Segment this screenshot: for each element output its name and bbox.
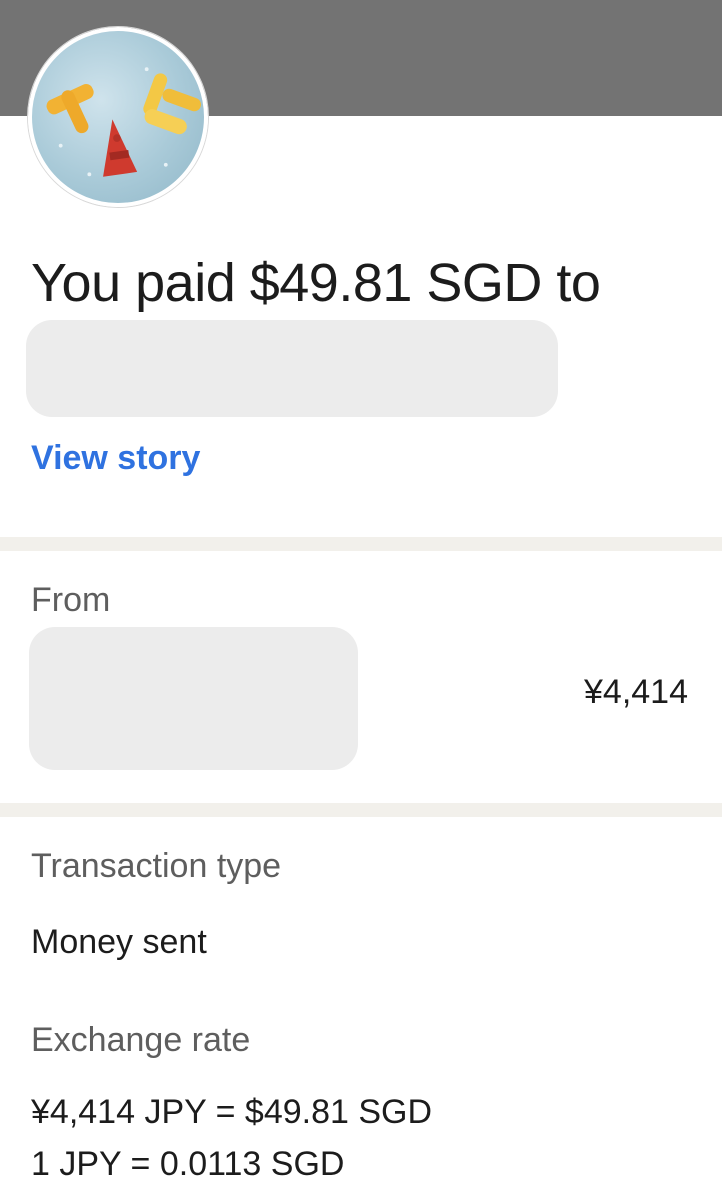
redacted-funding-source xyxy=(29,627,358,770)
avatar[interactable] xyxy=(28,27,208,207)
transaction-type-label: Transaction type xyxy=(31,847,282,885)
exchange-rate-label: Exchange rate xyxy=(31,1021,251,1059)
transaction-type-value: Money sent xyxy=(31,923,207,961)
exchange-rate-unit: 1 JPY = 0.0113 SGD xyxy=(31,1145,345,1183)
section-divider xyxy=(0,803,722,817)
from-amount: ¥4,414 xyxy=(584,673,688,711)
redacted-recipient-name xyxy=(26,320,558,417)
exchange-rate-conversion: ¥4,414 JPY = $49.81 SGD xyxy=(31,1093,433,1131)
from-label: From xyxy=(31,581,111,619)
profile-photo-letters-icon xyxy=(46,67,201,177)
payment-headline: You paid $49.81 SGD to xyxy=(31,253,601,313)
view-story-link[interactable]: View story xyxy=(31,436,200,480)
section-divider xyxy=(0,537,722,551)
